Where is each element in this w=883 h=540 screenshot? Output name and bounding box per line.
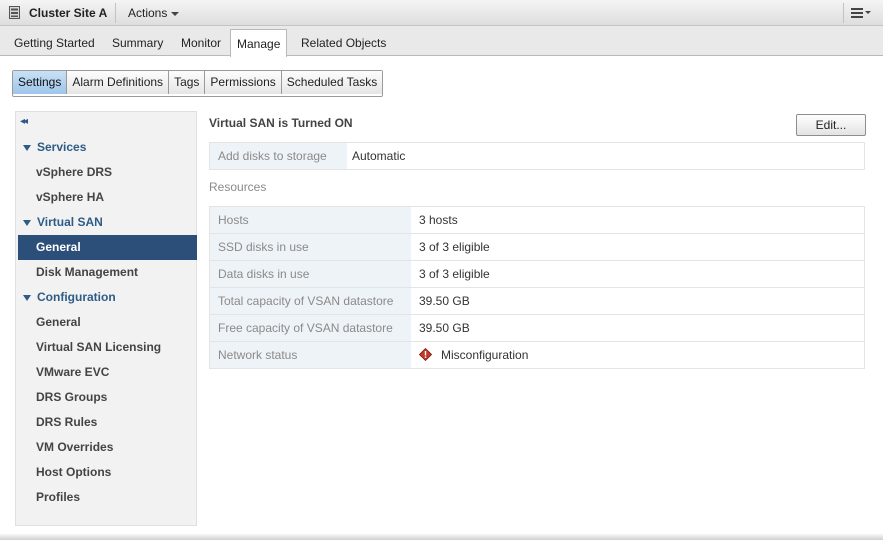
resource-label: Data disks in use [210,261,411,287]
resources-table: Hosts 3 hosts SSD disks in use 3 of 3 el… [209,206,865,369]
table-row: Free capacity of VSAN datastore 39.50 GB [210,314,864,341]
add-disks-value: Automatic [352,149,406,163]
resource-value: 3 of 3 eligible [419,267,490,281]
actions-label: Actions [128,6,168,20]
object-title: Cluster Site A [29,6,108,20]
table-row: Hosts 3 hosts [210,207,864,233]
nav-item-vsphere-ha[interactable]: vSphere HA [18,185,196,210]
toolbar-divider [843,3,844,23]
table-row: Data disks in use 3 of 3 eligible [210,260,864,287]
resource-label: Free capacity of VSAN datastore [210,315,411,341]
table-row: SSD disks in use 3 of 3 eligible [210,233,864,260]
add-disks-label: Add disks to storage [210,143,347,169]
resource-value: 3 of 3 eligible [419,240,490,254]
tab-related-objects[interactable]: Related Objects [295,31,392,55]
nav-item-vsan-licensing[interactable]: Virtual SAN Licensing [18,335,196,360]
tab-getting-started[interactable]: Getting Started [8,31,101,55]
resource-value: 39.50 GB [419,294,470,308]
chevron-down-icon [171,11,180,16]
toolbar-divider [115,3,116,23]
resource-value: 3 hosts [419,213,458,227]
resource-value: 39.50 GB [419,321,470,335]
vsan-status-heading: Virtual SAN is Turned ON [209,116,353,130]
nav-group-configuration[interactable]: Configuration [18,285,196,310]
resource-label: Hosts [210,207,411,233]
nav-item-drs-rules[interactable]: DRS Rules [18,410,196,435]
cluster-icon [9,6,20,19]
table-row: Add disks to storage Automatic [210,143,864,169]
add-disks-table: Add disks to storage Automatic [209,142,865,170]
nav-group-label: Configuration [37,290,116,304]
subtab-alarm-definitions[interactable]: Alarm Definitions [66,71,169,94]
expand-triangle-icon [23,295,31,301]
subtab-permissions[interactable]: Permissions [204,71,281,94]
resource-label: Network status [210,342,411,368]
nav-group-virtual-san[interactable]: Virtual SAN [18,210,196,235]
expand-triangle-icon [23,220,31,226]
nav-item-host-options[interactable]: Host Options [18,460,196,485]
object-title-bar: Cluster Site A Actions [0,0,883,26]
options-menu-icon[interactable] [850,6,874,20]
tab-monitor[interactable]: Monitor [175,31,227,55]
subtab-scheduled-tasks[interactable]: Scheduled Tasks [280,71,383,94]
network-status-value: Misconfiguration [441,348,529,362]
nav-item-vmware-evc[interactable]: VMware EVC [18,360,196,385]
nav-item-config-general[interactable]: General [18,310,196,335]
nav-item-vsphere-drs[interactable]: vSphere DRS [18,160,196,185]
edit-button[interactable]: Edit... [796,114,866,136]
nav-group-services[interactable]: Services [18,135,196,160]
subtab-settings[interactable]: Settings [13,71,67,94]
resource-label: SSD disks in use [210,234,411,260]
resources-heading: Resources [209,180,267,194]
settings-nav: ◂◂ Services vSphere DRS vSphere HA Virtu… [15,111,197,526]
collapse-nav-icon[interactable]: ◂◂ [20,116,28,127]
manage-subtabs: Settings Alarm Definitions Tags Permissi… [12,70,384,97]
resource-label: Total capacity of VSAN datastore [210,288,411,314]
warning-icon [419,348,432,361]
nav-group-label: Services [37,140,87,154]
tab-manage[interactable]: Manage [230,29,288,57]
bottom-edge [0,533,883,540]
nav-item-drs-groups[interactable]: DRS Groups [18,385,196,410]
actions-menu[interactable]: Actions [128,6,180,20]
nav-item-profiles[interactable]: Profiles [18,485,196,510]
tab-summary[interactable]: Summary [106,31,169,55]
nav-item-disk-management[interactable]: Disk Management [18,260,196,285]
nav-item-vsan-general[interactable]: General [18,235,197,260]
expand-triangle-icon [23,145,31,151]
table-row: Network status Misconfiguration [210,341,864,368]
table-row: Total capacity of VSAN datastore 39.50 G… [210,287,864,314]
object-tabs: Getting Started Summary Monitor Manage R… [0,26,883,57]
nav-group-label: Virtual SAN [37,215,103,229]
subtab-tags[interactable]: Tags [168,71,205,94]
nav-item-vm-overrides[interactable]: VM Overrides [18,435,196,460]
